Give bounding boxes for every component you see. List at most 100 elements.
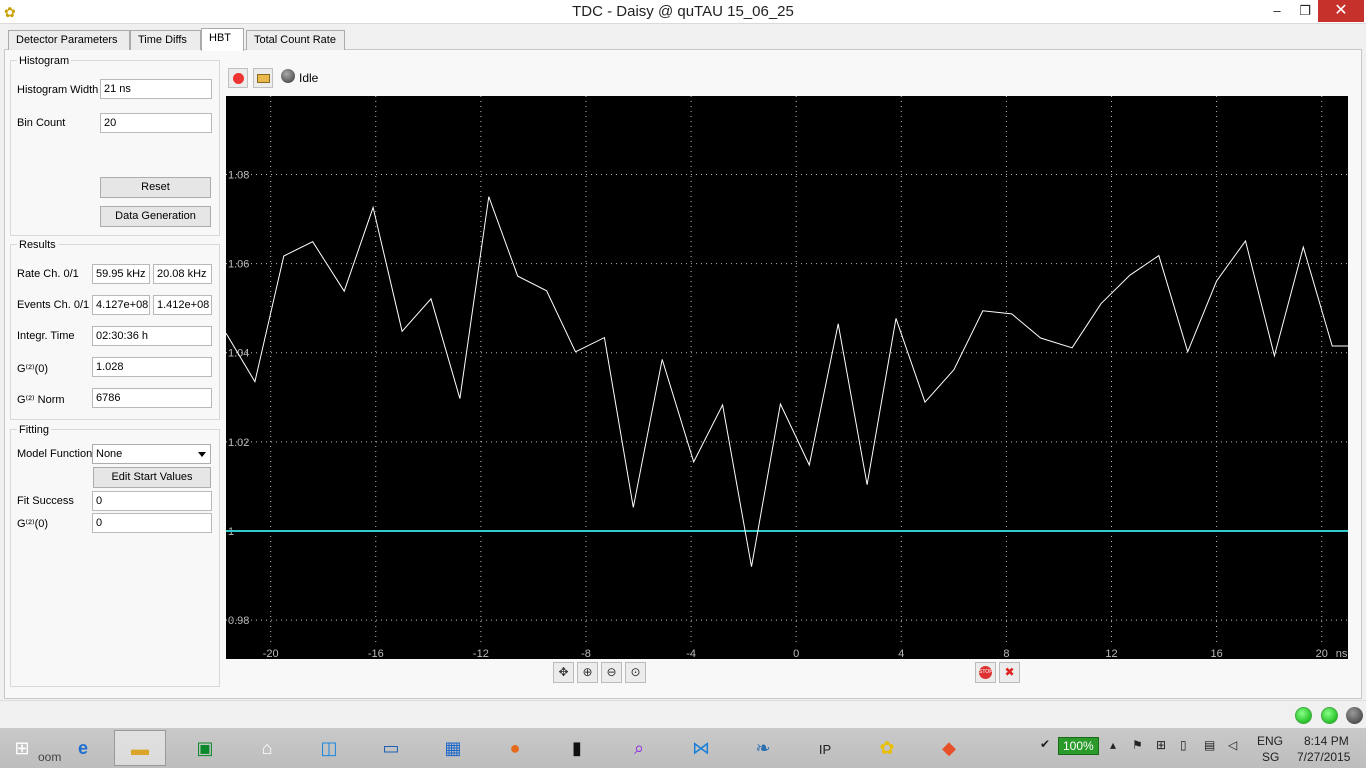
- rate-ch1-field: 20.08 kHz: [153, 264, 212, 284]
- taskbar-maxthon[interactable]: ▦: [427, 730, 479, 766]
- status-indicator-icon: [281, 69, 295, 83]
- visual-studio-icon: ⋈: [692, 738, 710, 758]
- ipython-icon: IP: [818, 742, 832, 757]
- terminal-icon: ▮: [572, 738, 582, 758]
- g2-zero-field: 1.028: [92, 357, 212, 377]
- taskbar-git[interactable]: ◆: [923, 730, 975, 766]
- clock-date[interactable]: 7/27/2015: [1297, 750, 1350, 764]
- close-button[interactable]: ✕: [1318, 0, 1364, 22]
- x-tick-label: 4: [898, 648, 904, 659]
- volume-muted-icon[interactable]: ◁: [1228, 738, 1237, 752]
- store-icon: ▣: [196, 738, 214, 758]
- model-function-value: None: [96, 448, 123, 460]
- record-icon: [233, 73, 244, 84]
- open-file-button[interactable]: [253, 68, 273, 88]
- pan-icon: ✥: [558, 665, 569, 679]
- taskbar-internet-explorer[interactable]: e: [57, 730, 109, 766]
- events-ch1-field: 1.412e+08: [153, 295, 212, 315]
- taskbar-store[interactable]: ▣: [179, 730, 231, 766]
- x-tick-label: 8: [1003, 648, 1009, 659]
- rate-ch0-field: 59.95 kHz: [92, 264, 150, 284]
- tab-detector-parameters[interactable]: Detector Parameters: [8, 30, 130, 50]
- folder-open-icon: [257, 74, 270, 83]
- taskbar-ipython[interactable]: IP: [799, 730, 851, 766]
- g2-norm-label: G⁽²⁾ Norm: [17, 394, 65, 406]
- taskbar-visual-studio[interactable]: ⋈: [675, 730, 727, 766]
- edit-start-values-button[interactable]: Edit Start Values: [93, 467, 211, 488]
- g2-data-line: [226, 196, 1348, 567]
- x-tick-label: 12: [1105, 648, 1117, 659]
- taskbar-daisy[interactable]: ✿: [861, 730, 913, 766]
- taskbar-home[interactable]: ⌂: [241, 730, 293, 766]
- x-tick-label: -12: [473, 648, 489, 659]
- zoom-fit-button[interactable]: ⊙: [625, 662, 646, 683]
- reset-button[interactable]: Reset: [100, 177, 211, 198]
- fit-success-label: Fit Success: [17, 495, 74, 507]
- x-tick-label: -4: [686, 648, 696, 659]
- histogram-width-field[interactable]: 21 ns: [100, 79, 212, 99]
- x-tick-label: -8: [581, 648, 591, 659]
- windows-logo-icon: ⊞: [14, 738, 30, 758]
- clear-button[interactable]: ✖: [999, 662, 1020, 683]
- internet-explorer-icon: e: [77, 738, 88, 758]
- y-tick-label: 1.06: [228, 259, 249, 271]
- zoom-out-button[interactable]: ⊖: [601, 662, 622, 683]
- flag-icon[interactable]: ⚑: [1132, 738, 1143, 752]
- tab-time-diffs[interactable]: Time Diffs: [130, 30, 201, 50]
- clear-icon: ✖: [1004, 665, 1015, 679]
- bin-count-field[interactable]: 20: [100, 113, 212, 133]
- x-tick-label: 20: [1316, 648, 1328, 659]
- model-function-label: Model Function: [17, 448, 93, 460]
- minimize-button[interactable]: ‒: [1262, 0, 1292, 22]
- status-text: Idle: [299, 71, 319, 85]
- chevron-down-icon: [198, 452, 206, 457]
- zoom-in-icon: ⊕: [582, 665, 593, 679]
- taskbar-lenovo[interactable]: ▭: [365, 730, 417, 766]
- pan-tool-button[interactable]: ✥: [553, 662, 574, 683]
- windows-icon[interactable]: ⊞: [1156, 738, 1166, 752]
- stop-button[interactable]: STOP: [975, 662, 996, 683]
- network-icon[interactable]: ▤: [1204, 738, 1215, 752]
- taskbar-spyder[interactable]: ❧: [737, 730, 789, 766]
- record-button[interactable]: [228, 68, 248, 88]
- bin-count-label: Bin Count: [17, 117, 66, 129]
- x-tick-label: 0: [793, 648, 799, 659]
- chevron-up-icon[interactable]: ▴: [1110, 738, 1116, 752]
- power-icon[interactable]: ▯: [1180, 738, 1187, 752]
- shopping-bag-icon: ◫: [320, 738, 338, 758]
- zoom-out-icon: ⊖: [606, 665, 617, 679]
- zoom-in-button[interactable]: ⊕: [577, 662, 598, 683]
- fit-g2-zero-label: G⁽²⁾(0): [17, 518, 49, 530]
- tab-total-count-rate[interactable]: Total Count Rate: [246, 30, 345, 50]
- clock-time[interactable]: 8:14 PM: [1304, 734, 1349, 748]
- language-indicator[interactable]: ENG: [1257, 734, 1283, 748]
- taskbar-file-explorer[interactable]: ▬: [114, 730, 166, 766]
- integration-time-field: 02:30:36 h: [92, 326, 212, 346]
- x-tick-label: 16: [1210, 648, 1222, 659]
- histogram-width-label: Histogram Width: [17, 84, 99, 96]
- g2-norm-field: 6786: [92, 388, 212, 408]
- hbt-plot[interactable]: -20-16-12-8-4048121620ns0.9811.021.041.0…: [226, 96, 1348, 659]
- data-generation-button[interactable]: Data Generation: [100, 206, 211, 227]
- events-ch0-field: 4.127e+08: [92, 295, 150, 315]
- rate-label: Rate Ch. 0/1: [17, 268, 79, 280]
- daisy-icon: ✿: [879, 738, 895, 758]
- y-tick-label: 1.02: [228, 437, 249, 449]
- taskbar-firefox[interactable]: ●: [489, 730, 541, 766]
- maximize-button[interactable]: ❐: [1290, 0, 1320, 22]
- model-function-select[interactable]: None: [92, 444, 211, 464]
- start-button[interactable]: ⊞: [4, 730, 40, 766]
- g2-zero-label: G⁽²⁾(0): [17, 363, 49, 375]
- spyder-icon: ❧: [755, 738, 771, 758]
- battery-indicator[interactable]: 100%: [1058, 737, 1099, 755]
- zoom-fit-icon: ⊙: [630, 665, 641, 679]
- taskbar-command-prompt[interactable]: ▮: [551, 730, 603, 766]
- histogram-group-title: Histogram: [17, 55, 72, 67]
- tab-hbt[interactable]: HBT: [201, 28, 244, 51]
- stop-icon: STOP: [979, 666, 993, 679]
- taskbar-search-app[interactable]: ⌕: [613, 730, 665, 766]
- region-indicator[interactable]: SG: [1262, 750, 1279, 764]
- connection-led-icon: [1295, 707, 1312, 724]
- maxthon-icon: ▦: [444, 738, 462, 758]
- taskbar-shop[interactable]: ◫: [303, 730, 355, 766]
